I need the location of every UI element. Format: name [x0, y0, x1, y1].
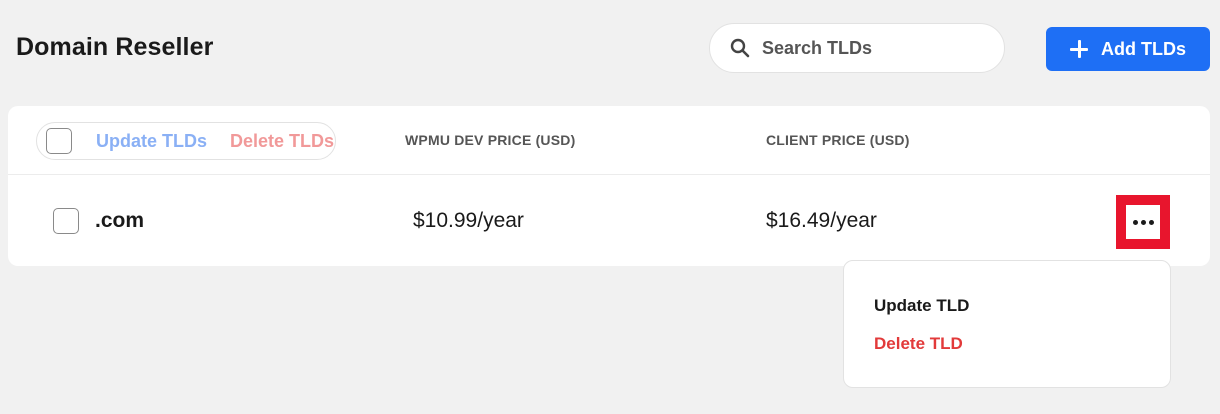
select-all-checkbox[interactable]	[46, 128, 72, 154]
wpmu-price: $10.99/year	[413, 209, 524, 232]
column-header-client-price: CLIENT PRICE (USD)	[766, 132, 910, 148]
search-input[interactable]	[762, 37, 982, 59]
row-checkbox[interactable]	[53, 208, 79, 234]
search-icon	[730, 38, 750, 58]
add-tlds-button[interactable]: Add TLDs	[1046, 27, 1210, 71]
client-price: $16.49/year	[766, 209, 877, 232]
bulk-delete-button[interactable]: Delete TLDs	[230, 131, 334, 152]
search-box[interactable]	[709, 23, 1005, 73]
page: Domain Reseller Add TLDs Update TLDs Del…	[0, 0, 1220, 414]
menu-item-update-tld[interactable]: Update TLD	[874, 296, 969, 316]
row-actions-menu: Update TLD Delete TLD	[843, 260, 1171, 388]
more-options-icon	[1132, 219, 1154, 225]
table-header-row: Update TLDs Delete TLDs WPMU DEV PRICE (…	[8, 106, 1210, 175]
menu-item-delete-tld[interactable]: Delete TLD	[874, 334, 963, 354]
plus-icon	[1070, 40, 1088, 58]
table-row: .com $10.99/year $16.49/year	[8, 175, 1210, 266]
add-tlds-label: Add TLDs	[1101, 38, 1186, 59]
column-header-wpmu-price: WPMU DEV PRICE (USD)	[405, 132, 576, 148]
page-title: Domain Reseller	[16, 33, 214, 61]
tld-table: Update TLDs Delete TLDs WPMU DEV PRICE (…	[8, 106, 1210, 266]
bulk-actions: Update TLDs Delete TLDs	[36, 122, 336, 160]
more-options-button[interactable]	[1116, 195, 1170, 249]
tld-name: .com	[95, 209, 145, 232]
bulk-update-button[interactable]: Update TLDs	[96, 131, 207, 152]
